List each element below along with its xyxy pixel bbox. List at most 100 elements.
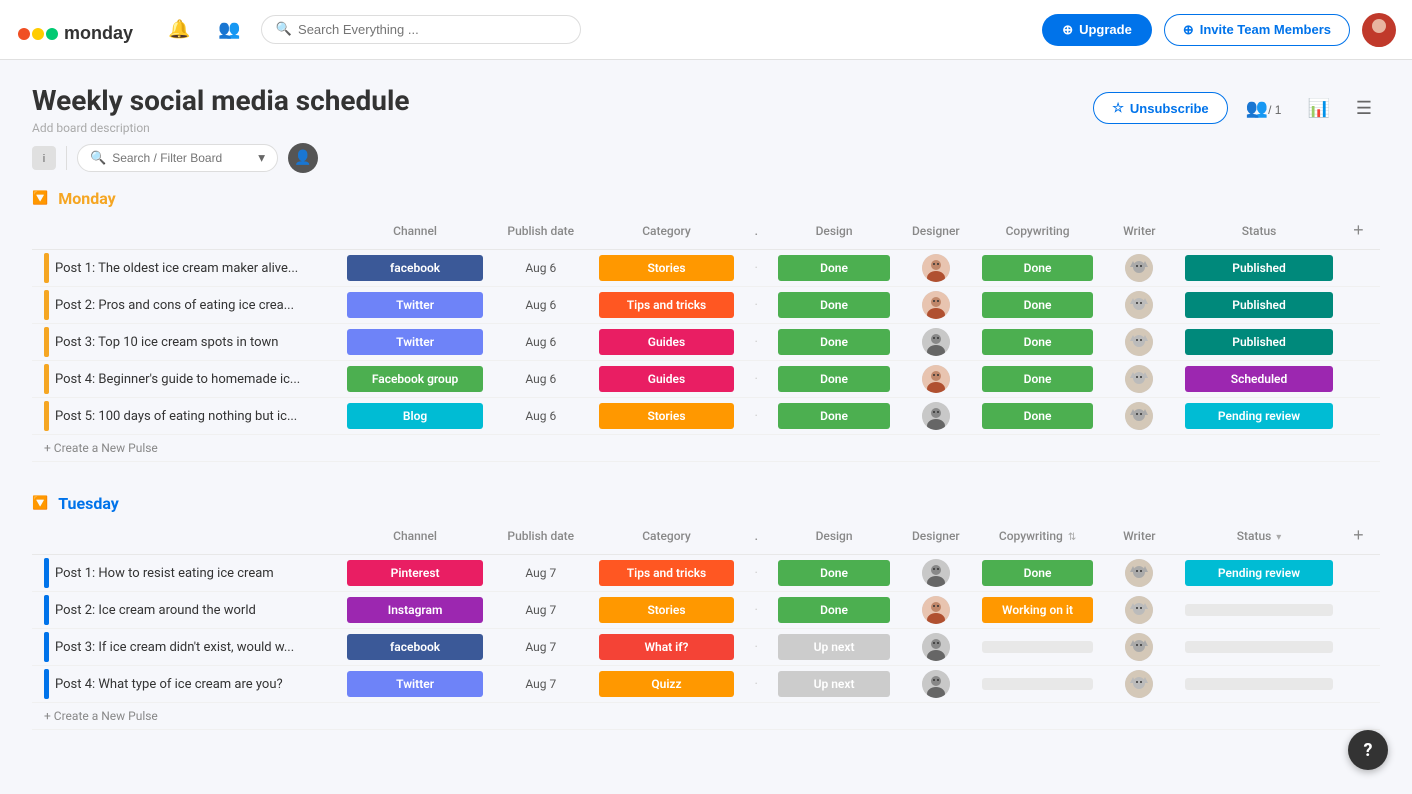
- row-status-cell[interactable]: Scheduled: [1181, 361, 1337, 398]
- table-row[interactable]: Post 2: Ice cream around the world Insta…: [32, 592, 1380, 629]
- copywriting-chip[interactable]: Done: [982, 292, 1094, 318]
- invite-team-button[interactable]: ⊕ Invite Team Members: [1164, 14, 1350, 46]
- row-designer-cell[interactable]: [894, 250, 978, 287]
- copywriting-chip[interactable]: [982, 678, 1094, 690]
- tuesday-group-toggle[interactable]: 🔽: [32, 496, 48, 511]
- row-design-cell[interactable]: Up next: [774, 629, 894, 666]
- table-row[interactable]: Post 3: If ice cream didn't exist, would…: [32, 629, 1380, 666]
- row-designer-cell[interactable]: [894, 324, 978, 361]
- status-chip[interactable]: Published: [1185, 292, 1333, 318]
- unsubscribe-button[interactable]: ☆ Unsubscribe: [1093, 92, 1227, 124]
- row-design-cell[interactable]: Done: [774, 398, 894, 435]
- writer-avatar[interactable]: [1125, 670, 1153, 698]
- notifications-button[interactable]: 🔔: [160, 15, 198, 44]
- avatar[interactable]: [1362, 13, 1396, 47]
- board-description[interactable]: Add board description: [32, 121, 410, 135]
- copywriting-chip[interactable]: Done: [982, 255, 1094, 281]
- category-chip[interactable]: Tips and tricks: [599, 560, 735, 586]
- design-chip[interactable]: Done: [778, 403, 890, 429]
- create-pulse-row[interactable]: + Create a New Pulse: [32, 435, 1380, 462]
- logo[interactable]: monday: [16, 14, 136, 46]
- row-status-cell[interactable]: [1181, 629, 1337, 666]
- row-channel-cell[interactable]: Twitter: [343, 324, 487, 361]
- category-chip[interactable]: What if?: [599, 634, 735, 660]
- tuesday-group-title[interactable]: Tuesday: [58, 494, 119, 513]
- row-date-cell[interactable]: Aug 6: [487, 287, 595, 324]
- designer-avatar[interactable]: [922, 254, 950, 282]
- writer-avatar[interactable]: [1125, 633, 1153, 661]
- row-category-cell[interactable]: What if?: [595, 629, 739, 666]
- category-chip[interactable]: Tips and tricks: [599, 292, 735, 318]
- copywriting-chip[interactable]: Done: [982, 366, 1094, 392]
- copywriting-chip[interactable]: Done: [982, 403, 1094, 429]
- row-channel-cell[interactable]: facebook: [343, 250, 487, 287]
- writer-avatar[interactable]: [1125, 402, 1153, 430]
- row-designer-cell[interactable]: [894, 592, 978, 629]
- copywriting-chip[interactable]: Working on it: [982, 597, 1094, 623]
- create-pulse-label[interactable]: + Create a New Pulse: [32, 703, 1380, 730]
- row-name-cell[interactable]: Post 1: How to resist eating ice cream: [32, 555, 343, 592]
- row-writer-cell[interactable]: [1097, 287, 1181, 324]
- row-date-cell[interactable]: Aug 7: [487, 555, 595, 592]
- row-channel-cell[interactable]: Instagram: [343, 592, 487, 629]
- design-chip[interactable]: Up next: [778, 634, 890, 660]
- row-copy-cell[interactable]: Done: [978, 361, 1098, 398]
- category-chip[interactable]: Stories: [599, 597, 735, 623]
- copywriting-chip[interactable]: [982, 641, 1094, 653]
- people-button[interactable]: 👥: [210, 15, 248, 44]
- channel-chip[interactable]: facebook: [347, 255, 483, 281]
- channel-chip[interactable]: Twitter: [347, 329, 483, 355]
- status-chip[interactable]: [1185, 678, 1333, 690]
- row-status-cell[interactable]: Pending review: [1181, 398, 1337, 435]
- channel-chip[interactable]: Twitter: [347, 292, 483, 318]
- copywriting-chip[interactable]: Done: [982, 329, 1094, 355]
- designer-avatar[interactable]: [922, 596, 950, 624]
- row-name-cell[interactable]: Post 5: 100 days of eating nothing but i…: [32, 398, 343, 435]
- channel-chip[interactable]: facebook: [347, 634, 483, 660]
- row-designer-cell[interactable]: [894, 666, 978, 703]
- design-chip[interactable]: Done: [778, 329, 890, 355]
- row-writer-cell[interactable]: [1097, 555, 1181, 592]
- row-channel-cell[interactable]: facebook: [343, 629, 487, 666]
- design-chip[interactable]: Done: [778, 292, 890, 318]
- designer-avatar[interactable]: [922, 559, 950, 587]
- row-category-cell[interactable]: Stories: [595, 250, 739, 287]
- info-button[interactable]: i: [32, 146, 56, 170]
- members-button[interactable]: 👥/ 1: [1238, 94, 1290, 123]
- row-writer-cell[interactable]: [1097, 398, 1181, 435]
- designer-avatar[interactable]: [922, 365, 950, 393]
- writer-avatar[interactable]: [1125, 291, 1153, 319]
- row-name-cell[interactable]: Post 2: Pros and cons of eating ice crea…: [32, 287, 343, 324]
- menu-button[interactable]: ☰: [1348, 94, 1380, 123]
- designer-avatar[interactable]: [922, 291, 950, 319]
- help-button[interactable]: ?: [1348, 730, 1388, 770]
- row-date-cell[interactable]: Aug 6: [487, 250, 595, 287]
- row-category-cell[interactable]: Quizz: [595, 666, 739, 703]
- writer-avatar[interactable]: [1125, 254, 1153, 282]
- designer-avatar[interactable]: [922, 402, 950, 430]
- monday-group-title[interactable]: Monday: [58, 189, 116, 208]
- status-chip[interactable]: Published: [1185, 329, 1333, 355]
- copywriting-chip[interactable]: Done: [982, 560, 1094, 586]
- status-chip[interactable]: Pending review: [1185, 560, 1333, 586]
- row-design-cell[interactable]: Done: [774, 592, 894, 629]
- row-copy-cell[interactable]: [978, 666, 1098, 703]
- row-status-cell[interactable]: [1181, 666, 1337, 703]
- table-row[interactable]: Post 3: Top 10 ice cream spots in town T…: [32, 324, 1380, 361]
- design-chip[interactable]: Done: [778, 597, 890, 623]
- row-category-cell[interactable]: Tips and tricks: [595, 555, 739, 592]
- designer-avatar[interactable]: [922, 633, 950, 661]
- channel-chip[interactable]: Facebook group: [347, 366, 483, 392]
- row-designer-cell[interactable]: [894, 398, 978, 435]
- row-date-cell[interactable]: Aug 6: [487, 324, 595, 361]
- row-designer-cell[interactable]: [894, 629, 978, 666]
- row-copy-cell[interactable]: Done: [978, 324, 1098, 361]
- writer-avatar[interactable]: [1125, 365, 1153, 393]
- row-name-cell[interactable]: Post 1: The oldest ice cream maker alive…: [32, 250, 343, 287]
- row-design-cell[interactable]: Done: [774, 250, 894, 287]
- row-date-cell[interactable]: Aug 7: [487, 666, 595, 703]
- row-status-cell[interactable]: Published: [1181, 324, 1337, 361]
- row-channel-cell[interactable]: Twitter: [343, 287, 487, 324]
- row-writer-cell[interactable]: [1097, 361, 1181, 398]
- row-name-cell[interactable]: Post 2: Ice cream around the world: [32, 592, 343, 629]
